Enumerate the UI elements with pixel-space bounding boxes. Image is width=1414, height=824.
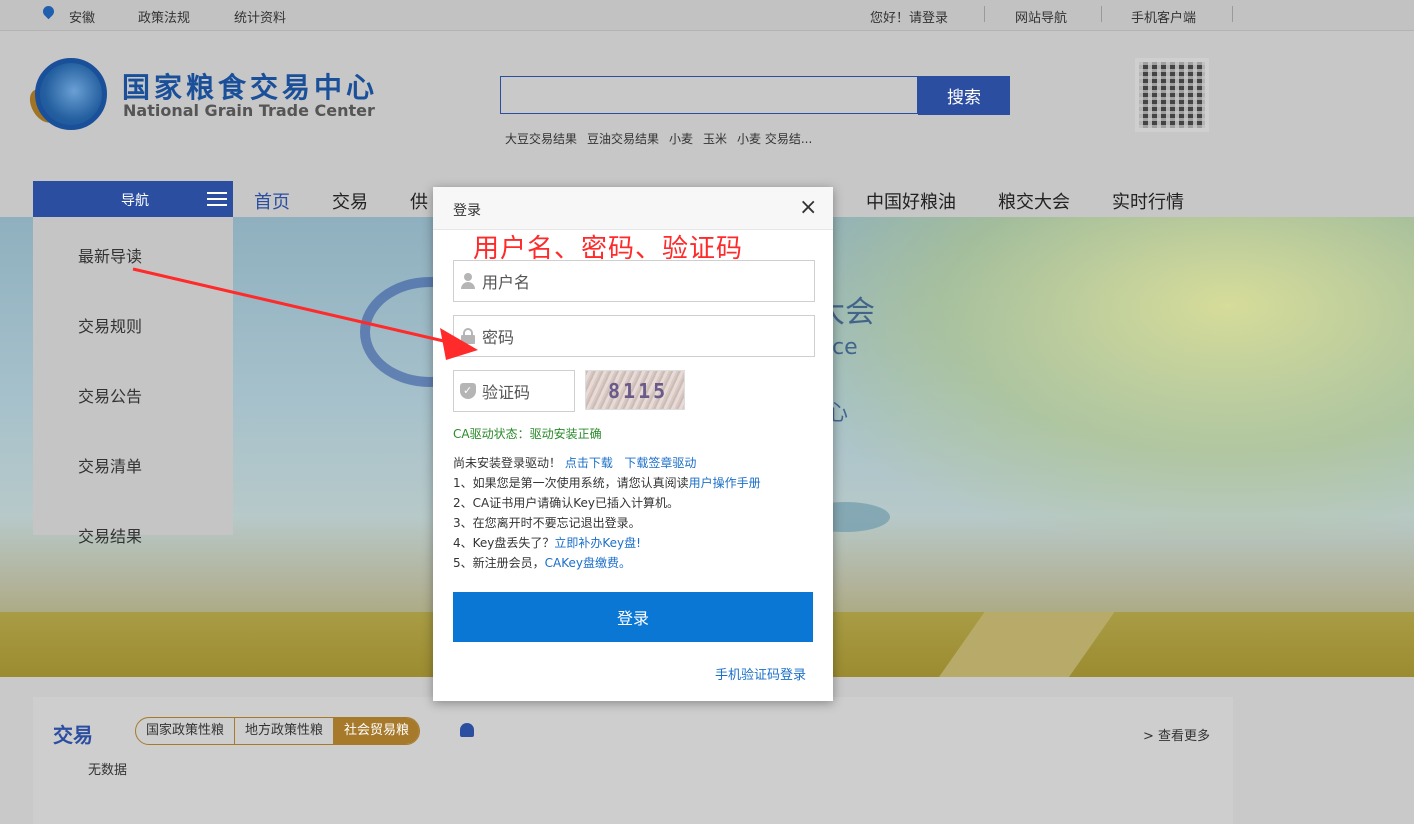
username-input[interactable]: [480, 261, 804, 303]
ca-driver-status: CA驱动状态：驱动安装正确: [453, 427, 602, 441]
location-pin-icon: [40, 3, 57, 20]
trade-panel: 交易 国家政策性粮 地方政策性粮 社会贸易粮 > 查看更多 无数据: [33, 697, 1233, 824]
login-greeting-link[interactable]: 您好！请登录: [870, 7, 948, 26]
side-nav: 最新导读 交易规则 交易公告 交易清单 交易结果: [33, 217, 233, 546]
divider: [1232, 6, 1233, 22]
tab-supply[interactable]: 供: [410, 188, 428, 214]
shield-check-icon: [460, 383, 476, 399]
logo-title-en[interactable]: National Grain Trade Center: [123, 101, 375, 120]
divider: [984, 6, 985, 22]
menu-list-icon: [207, 192, 227, 207]
policy-link[interactable]: 政策法规: [138, 7, 190, 26]
logo-globe-icon[interactable]: [35, 58, 107, 130]
hot-keyword[interactable]: 小麦 交易结...: [737, 130, 812, 147]
nav-label: 导航: [121, 193, 149, 209]
panel-title: 交易: [53, 723, 93, 747]
divider: [1101, 6, 1102, 22]
top-bar: 安徽 政策法规 统计资料 您好！请登录 网站导航 手机客户端: [0, 0, 1414, 31]
sidebar-item-notices[interactable]: 交易公告: [78, 383, 142, 407]
hot-keyword[interactable]: 小麦: [669, 130, 693, 147]
tab-good-grain-oil[interactable]: 中国好粮油: [866, 188, 956, 214]
password-field[interactable]: [453, 315, 815, 358]
tip-line-1: 1、如果您是第一次使用系统，请您认真阅读用户操作手册: [453, 476, 761, 490]
filter-national[interactable]: 国家政策性粮: [136, 718, 236, 744]
sms-login-link[interactable]: 手机验证码登录: [715, 664, 806, 683]
download-seal-driver-link[interactable]: 下载签章驱动: [624, 456, 696, 470]
sidebar-item-latest[interactable]: 最新导读: [78, 243, 142, 267]
lock-icon: [460, 328, 476, 344]
nav-toggle[interactable]: 导航: [33, 181, 233, 217]
no-data-text: 无数据: [88, 763, 128, 778]
tip-line-4: 4、Key盘丢失了？立即补办Key盘!: [453, 536, 641, 550]
hot-keyword[interactable]: 豆油交易结果: [587, 130, 659, 147]
filter-local[interactable]: 地方政策性粮: [235, 718, 335, 744]
login-modal: 登录 × 用户名、密码、验证码 8115 CA驱动状态：驱动安装正确 尚未安装登…: [433, 187, 833, 701]
sidebar-item-rules[interactable]: 交易规则: [78, 313, 142, 337]
mobile-client-link[interactable]: 手机客户端: [1131, 7, 1196, 26]
hot-keyword[interactable]: 玉米: [703, 130, 727, 147]
login-button[interactable]: 登录: [453, 592, 813, 642]
captcha-input[interactable]: [480, 371, 574, 413]
driver-notice: 尚未安装登录驱动！ 点击下载 下载签章驱动: [453, 456, 697, 470]
close-icon[interactable]: ×: [799, 197, 817, 219]
captcha-field[interactable]: [453, 370, 575, 413]
download-driver-link[interactable]: 点击下载: [565, 456, 613, 470]
view-more-link[interactable]: > 查看更多: [1143, 725, 1210, 744]
modal-title: 登录: [453, 203, 481, 219]
tab-trade[interactable]: 交易: [332, 188, 368, 214]
banner-text: ce: [832, 335, 858, 360]
captcha-image[interactable]: 8115: [585, 370, 685, 410]
bell-icon[interactable]: [460, 723, 474, 737]
filter-group: 国家政策性粮 地方政策性粮 社会贸易粮: [135, 717, 421, 745]
sidebar-item-results[interactable]: 交易结果: [78, 523, 142, 547]
username-field[interactable]: [453, 260, 815, 303]
tab-realtime-quotes[interactable]: 实时行情: [1112, 188, 1184, 214]
tab-grain-fair[interactable]: 粮交大会: [998, 188, 1070, 214]
user-icon: [460, 273, 476, 289]
reissue-key-link[interactable]: 立即补办Key盘!: [554, 536, 641, 550]
filter-commercial[interactable]: 社会贸易粮: [334, 718, 420, 744]
stats-link[interactable]: 统计资料: [234, 7, 286, 26]
tip-line-5: 5、新注册会员，CAKey盘缴费。: [453, 556, 631, 570]
captcha-text: 8115: [608, 379, 669, 403]
cakey-payment-link[interactable]: CAKey盘缴费。: [545, 556, 631, 570]
search-input[interactable]: [500, 76, 918, 114]
qr-code-image: [1135, 58, 1209, 132]
region-link[interactable]: 安徽: [69, 7, 95, 26]
sidebar-item-list[interactable]: 交易清单: [78, 453, 142, 477]
modal-header: 登录 ×: [433, 187, 833, 230]
hot-keyword[interactable]: 大豆交易结果: [505, 130, 577, 147]
site-nav-link[interactable]: 网站导航: [1015, 7, 1067, 26]
tip-line-2: 2、CA证书用户请确认Key已插入计算机。: [453, 496, 679, 510]
search-button[interactable]: 搜索: [918, 76, 1010, 115]
password-input[interactable]: [480, 316, 804, 358]
user-manual-link[interactable]: 用户操作手册: [689, 476, 761, 490]
tip-line-3: 3、在您离开时不要忘记退出登录。: [453, 516, 641, 530]
tab-home[interactable]: 首页: [254, 188, 290, 220]
logo-title-cn[interactable]: 国家粮食交易中心: [122, 66, 378, 106]
